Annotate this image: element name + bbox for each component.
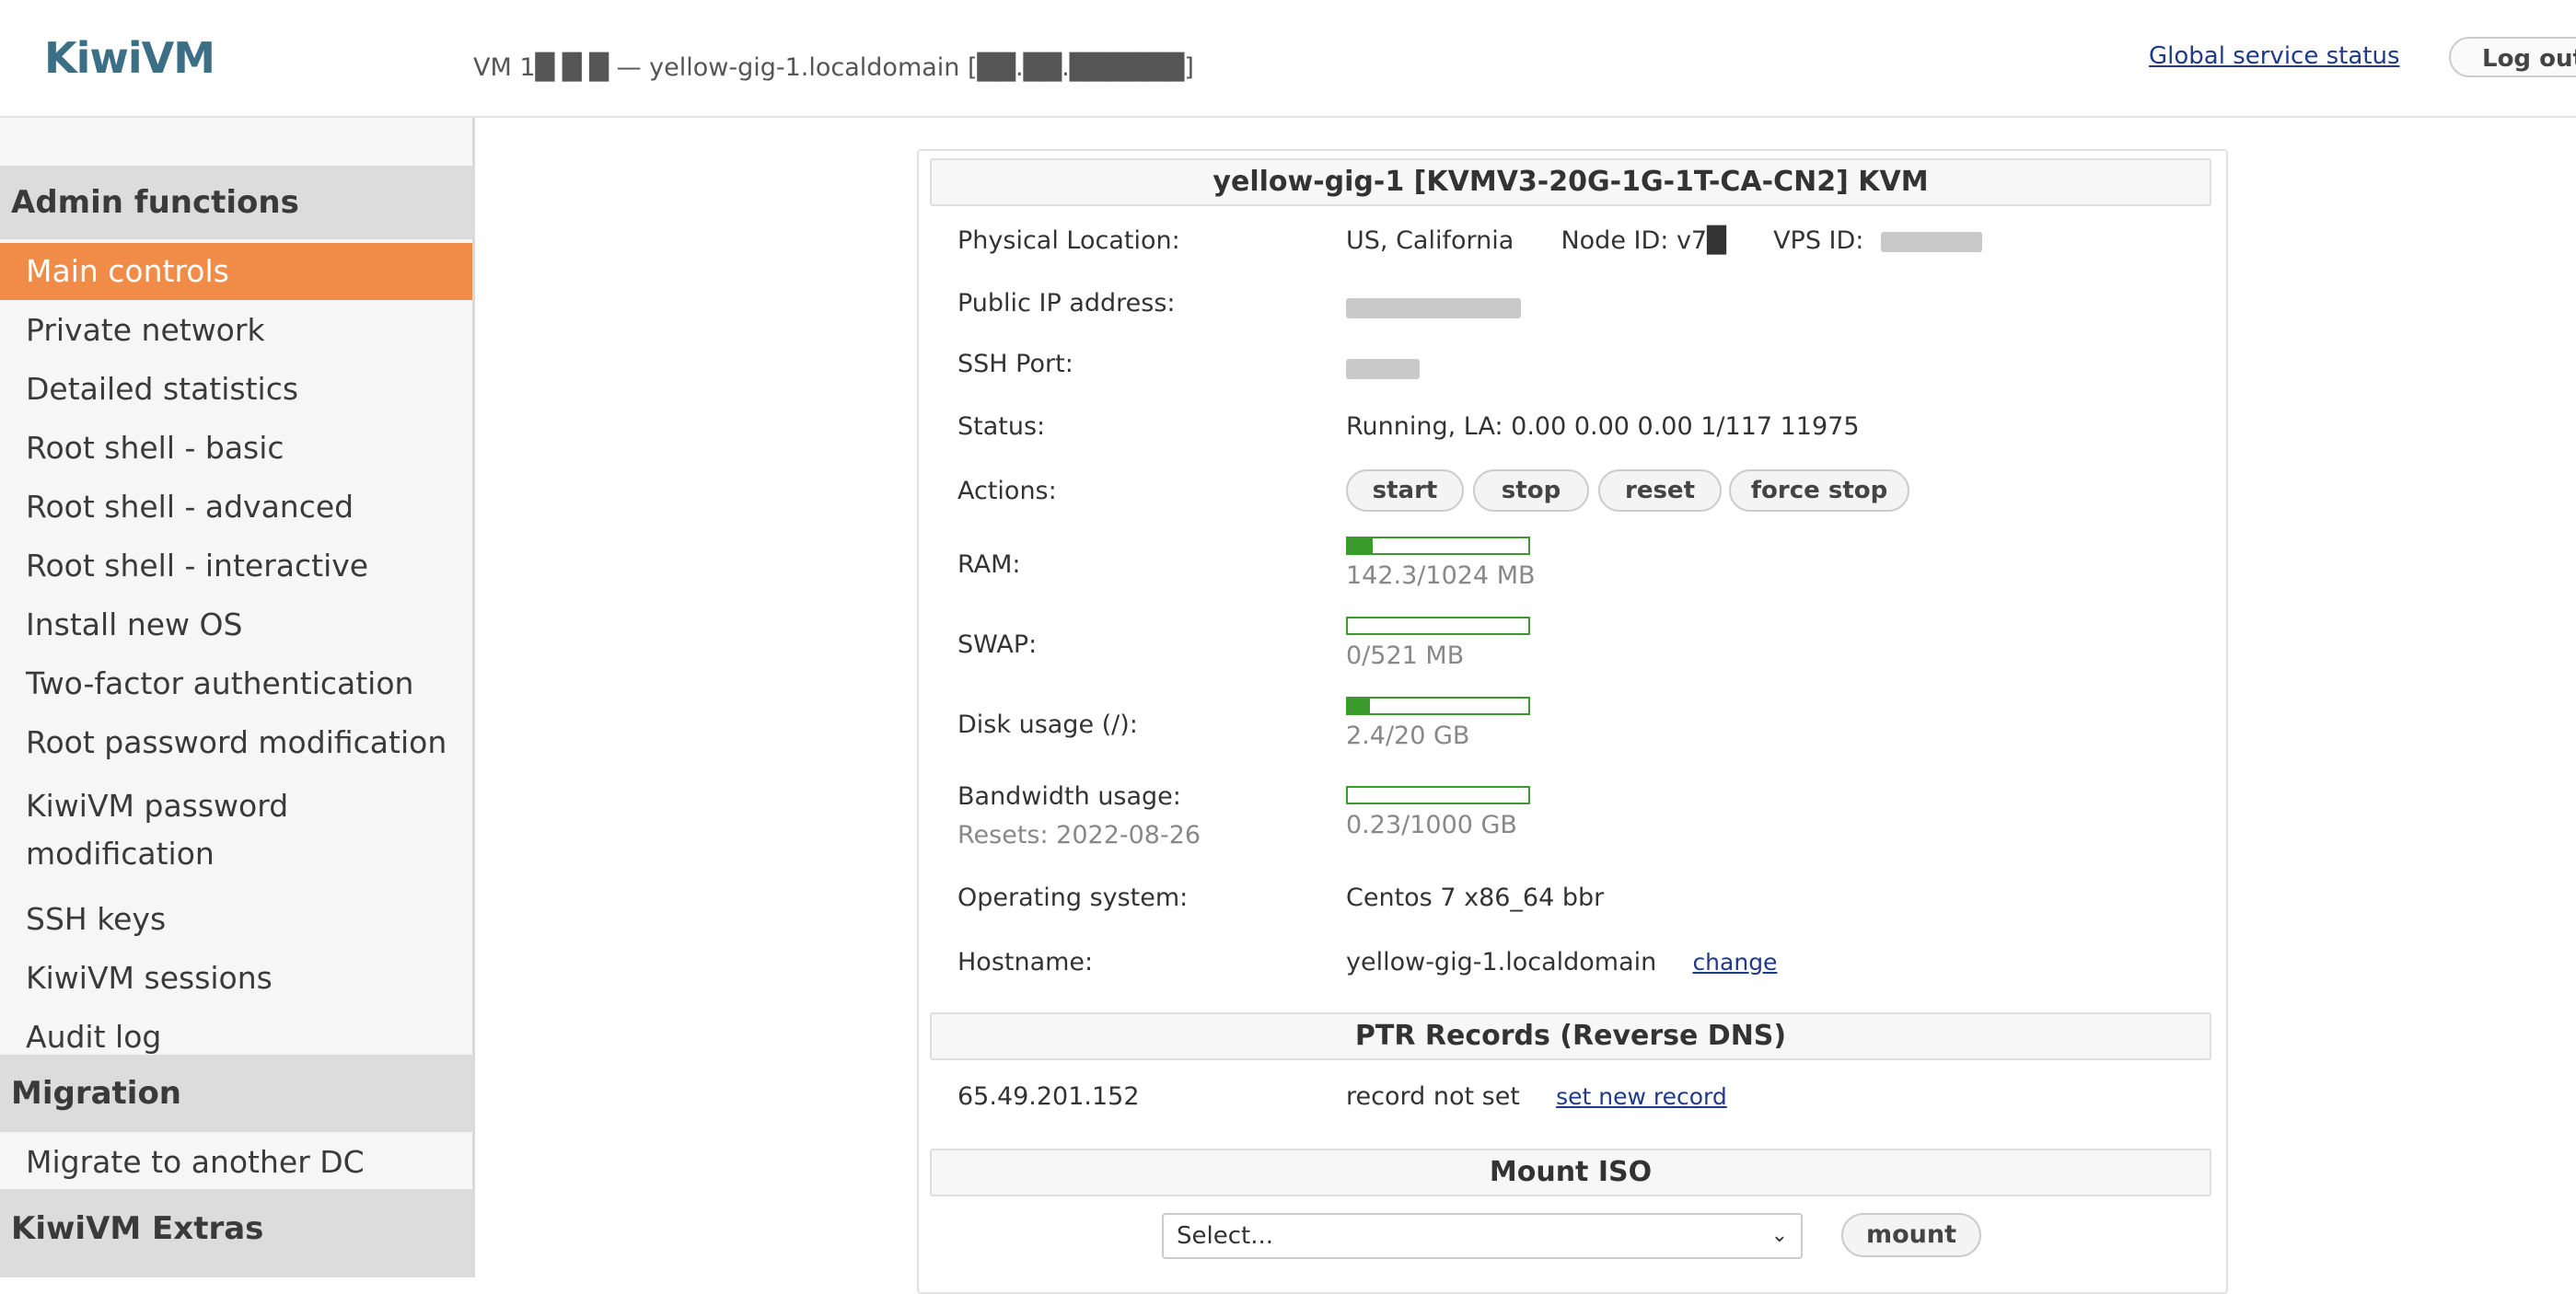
vps-id-redacted <box>1881 232 1982 252</box>
vm-title: VM 1█ █ █ — yellow-gig-1.localdomain [██… <box>473 53 1194 82</box>
stop-button[interactable]: stop <box>1473 469 1589 512</box>
iso-select-value: Select... <box>1177 1222 1273 1250</box>
start-button[interactable]: start <box>1346 469 1464 512</box>
ssh-port-label: SSH Port: <box>957 350 1073 378</box>
hostname-text: yellow-gig-1.localdomain <box>1346 948 1656 976</box>
sidebar-item-install-new-os[interactable]: Install new OS <box>0 596 472 653</box>
ptr-record-status: record not set set new record <box>1346 1082 1727 1111</box>
hostname-label: Hostname: <box>957 948 1093 976</box>
location-text: US, California <box>1346 226 1514 255</box>
public-ip-redacted <box>1346 298 1521 318</box>
disk-meter <box>1346 697 1530 715</box>
sidebar-item-ssh-keys[interactable]: SSH keys <box>0 891 472 948</box>
sidebar-item-root-shell-basic[interactable]: Root shell - basic <box>0 420 472 477</box>
ptr-status-text: record not set <box>1346 1082 1520 1111</box>
public-ip-value <box>1346 293 1521 321</box>
set-new-record-link[interactable]: set new record <box>1556 1083 1727 1110</box>
sidebar-item-main-controls[interactable]: Main controls <box>0 243 472 300</box>
ram-meter-fill <box>1348 538 1373 553</box>
hostname-value: yellow-gig-1.localdomain change <box>1346 948 1777 976</box>
iso-select[interactable]: Select... ⌄ <box>1162 1213 1803 1259</box>
sidebar-item-private-network[interactable]: Private network <box>0 302 472 359</box>
vps-id-label: VPS ID: <box>1773 226 1863 255</box>
top-header: KiwiVM VM 1█ █ █ — yellow-gig-1.localdom… <box>0 0 2576 118</box>
logout-button[interactable]: Log out <box>2449 37 2576 77</box>
force-stop-button[interactable]: force stop <box>1729 469 1909 512</box>
sidebar-item-root-shell-advanced[interactable]: Root shell - advanced <box>0 479 472 536</box>
bandwidth-value: 0.23/1000 GB <box>1346 811 1517 839</box>
sidebar-item-kiwivm-sessions[interactable]: KiwiVM sessions <box>0 950 472 1007</box>
os-label: Operating system: <box>957 884 1188 912</box>
sidebar-item-two-factor-authentication[interactable]: Two-factor authentication <box>0 655 472 712</box>
kiwivm-logo[interactable]: KiwiVM <box>44 33 215 83</box>
os-value: Centos 7 x86_64 bbr <box>1346 884 1604 912</box>
sidebar: Admin functions Main controls Private ne… <box>0 118 475 1277</box>
ram-label: RAM: <box>957 550 1021 579</box>
ram-meter <box>1346 537 1530 555</box>
swap-value: 0/521 MB <box>1346 641 1464 670</box>
ptr-records-header: PTR Records (Reverse DNS) <box>930 1012 2211 1060</box>
status-value: Running, LA: 0.00 0.00 0.00 1/117 11975 <box>1346 412 1860 441</box>
sidebar-item-root-shell-interactive[interactable]: Root shell - interactive <box>0 537 472 595</box>
bandwidth-resets-date: Resets: 2022-08-26 <box>957 821 1201 849</box>
physical-location-label: Physical Location: <box>957 226 1180 255</box>
change-hostname-link[interactable]: change <box>1692 949 1777 976</box>
ssh-port-redacted <box>1346 359 1420 379</box>
section-migration: Migration <box>0 1055 472 1132</box>
status-label: Status: <box>957 412 1045 441</box>
vps-title-bar: yellow-gig-1 [KVMV3-20G-1G-1T-CA-CN2] KV… <box>930 158 2211 206</box>
section-admin-functions: Admin functions <box>0 166 472 239</box>
node-id: Node ID: v7█ <box>1561 226 1725 255</box>
reset-button[interactable]: reset <box>1598 469 1722 512</box>
swap-meter <box>1346 617 1530 635</box>
chevron-down-icon: ⌄ <box>1771 1215 1788 1257</box>
sidebar-item-kiwivm-password-modification[interactable]: KiwiVM password modification <box>0 773 472 887</box>
actions-label: Actions: <box>957 477 1057 505</box>
mount-button[interactable]: mount <box>1841 1213 1981 1257</box>
ptr-ip: 65.49.201.152 <box>957 1082 1140 1111</box>
physical-location-value: US, California Node ID: v7█ VPS ID: <box>1346 226 1982 255</box>
section-kiwivm-extras: KiwiVM Extras <box>0 1189 472 1277</box>
sidebar-item-detailed-statistics[interactable]: Detailed statistics <box>0 361 472 418</box>
bandwidth-meter <box>1346 786 1530 804</box>
disk-value: 2.4/20 GB <box>1346 722 1469 750</box>
sidebar-item-root-password-modification[interactable]: Root password modification <box>0 714 472 771</box>
ssh-port-value <box>1346 353 1420 382</box>
bandwidth-usage-label: Bandwidth usage: <box>957 782 1181 811</box>
global-service-status-link[interactable]: Global service status <box>2149 42 2400 70</box>
swap-label: SWAP: <box>957 630 1037 659</box>
disk-usage-label: Disk usage (/): <box>957 711 1138 739</box>
mount-iso-header: Mount ISO <box>930 1149 2211 1196</box>
disk-meter-fill <box>1348 699 1370 713</box>
sidebar-item-migrate-to-another-dc[interactable]: Migrate to another DC <box>0 1134 472 1191</box>
ram-value: 142.3/1024 MB <box>1346 561 1536 590</box>
public-ip-label: Public IP address: <box>957 289 1176 318</box>
